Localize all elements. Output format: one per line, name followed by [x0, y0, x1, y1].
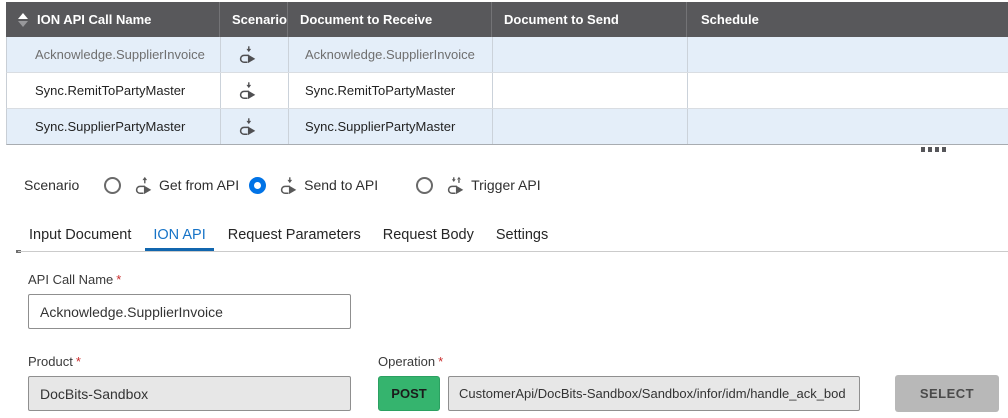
select-operation-button[interactable]: SELECT	[895, 375, 999, 412]
cell-api-call-name: Acknowledge.SupplierInvoice	[7, 37, 221, 72]
sort-descending-icon	[18, 20, 28, 27]
detail-tabs: Input Document ION API Request Parameter…	[21, 222, 556, 251]
column-header-label: Schedule	[701, 12, 759, 27]
operation-label: Operation *	[378, 354, 444, 369]
ion-api-config-screen: ION API Call Name Scenario Document to R…	[0, 0, 1008, 418]
radio-checked[interactable]	[249, 176, 267, 194]
column-header-document-to-receive[interactable]: Document to Receive	[288, 2, 492, 37]
cell-document-to-receive: Sync.SupplierPartyMaster	[289, 109, 493, 144]
required-asterisk: *	[438, 354, 444, 369]
tabs-divider	[18, 251, 1008, 252]
radio-unchecked[interactable]	[416, 176, 434, 194]
radio-unchecked[interactable]	[104, 176, 121, 194]
tab-request-body[interactable]: Request Body	[375, 222, 482, 251]
cell-api-call-name: Sync.SupplierPartyMaster	[7, 109, 221, 144]
radio-option-trigger-api[interactable]: Trigger API	[416, 176, 541, 195]
http-method-post-button[interactable]: POST	[378, 376, 440, 411]
sort-ascending-icon	[18, 12, 28, 19]
cell-document-to-send	[493, 73, 688, 108]
cell-schedule	[688, 109, 1008, 144]
column-header-document-to-send[interactable]: Document to Send	[492, 2, 687, 37]
product-label: Product *	[28, 354, 81, 369]
scenario-radio-group: Scenario Get from API Send to API Trigge…	[24, 174, 541, 196]
table-resize-handle[interactable]	[921, 147, 946, 152]
sort-arrows-icon[interactable]	[18, 12, 28, 27]
cell-document-to-receive: Sync.RemitToPartyMaster	[289, 73, 493, 108]
radio-option-label: Send to API	[304, 177, 379, 193]
cell-scenario	[221, 37, 289, 72]
radio-option-label: Trigger API	[471, 177, 541, 193]
radio-option-get-from-api[interactable]: Get from API	[104, 176, 239, 195]
required-asterisk: *	[75, 354, 81, 369]
send-to-api-icon	[239, 46, 256, 64]
cell-document-to-send	[493, 109, 688, 144]
table-row[interactable]: Sync.RemitToPartyMaster Sync.RemitToPart…	[6, 73, 1008, 109]
table-header-row: ION API Call Name Scenario Document to R…	[6, 2, 1008, 37]
cell-schedule	[688, 37, 1008, 72]
scenario-group-label: Scenario	[24, 177, 80, 193]
column-header-scenario[interactable]: Scenario	[220, 2, 288, 37]
tab-settings[interactable]: Settings	[488, 222, 556, 251]
product-input[interactable]	[28, 376, 351, 411]
column-header-label: Scenario	[232, 12, 287, 27]
required-asterisk: *	[116, 272, 122, 287]
cell-scenario	[221, 109, 289, 144]
send-to-api-icon	[239, 118, 256, 136]
send-to-api-icon	[239, 82, 256, 100]
operation-endpoint-input[interactable]	[448, 376, 860, 411]
ion-api-calls-table: ION API Call Name Scenario Document to R…	[6, 2, 1008, 145]
column-header-label: Document to Receive	[300, 12, 433, 27]
send-to-api-icon	[280, 176, 297, 194]
api-call-name-label: API Call Name *	[28, 272, 122, 287]
tab-ion-api[interactable]: ION API	[145, 222, 214, 251]
cell-scenario	[221, 73, 289, 108]
tab-input-document[interactable]: Input Document	[21, 222, 139, 251]
radio-option-send-to-api[interactable]: Send to API	[249, 176, 378, 195]
cell-document-to-send	[493, 37, 688, 72]
column-header-schedule[interactable]: Schedule	[687, 2, 1008, 37]
column-header-api-call-name[interactable]: ION API Call Name	[6, 2, 220, 37]
table-row[interactable]: Sync.SupplierPartyMaster Sync.SupplierPa…	[6, 109, 1008, 145]
trigger-api-icon	[447, 176, 464, 194]
cell-api-call-name: Sync.RemitToPartyMaster	[7, 73, 221, 108]
get-from-api-icon	[135, 176, 152, 194]
cell-document-to-receive: Acknowledge.SupplierInvoice	[289, 37, 493, 72]
radio-option-label: Get from API	[159, 177, 240, 193]
column-header-label: ION API Call Name	[37, 12, 152, 27]
api-call-name-input[interactable]	[28, 294, 351, 329]
column-header-label: Document to Send	[504, 12, 619, 27]
cell-schedule	[688, 73, 1008, 108]
table-row[interactable]: Acknowledge.SupplierInvoice Acknowledge.…	[6, 37, 1008, 73]
tab-request-parameters[interactable]: Request Parameters	[220, 222, 369, 251]
